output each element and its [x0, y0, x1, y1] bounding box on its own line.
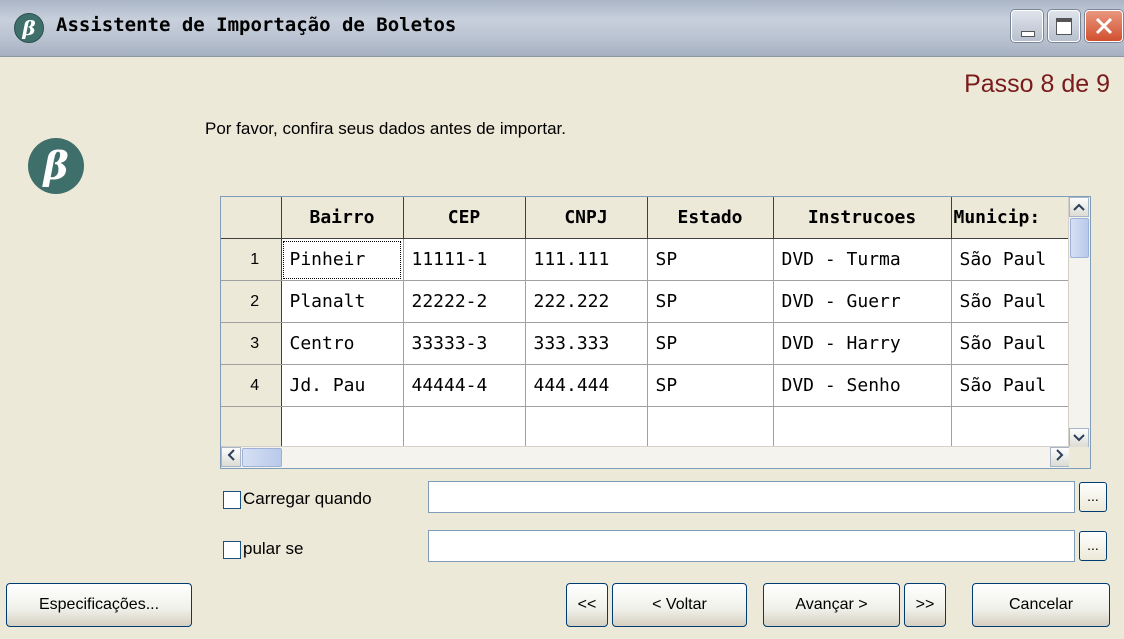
table-cell[interactable]: SP: [647, 322, 774, 365]
cancel-button[interactable]: Cancelar: [972, 583, 1110, 627]
row-header[interactable]: 3: [221, 322, 282, 365]
data-grid[interactable]: Bairro CEP CNPJ Estado Instrucoes Munici…: [220, 196, 1091, 469]
brand-logo: β: [28, 138, 84, 194]
app-logo-icon: β: [14, 13, 44, 43]
row-header[interactable]: 4: [221, 364, 282, 407]
table-cell[interactable]: SP: [647, 238, 774, 281]
title-bar: β Assistente de Importação de Boletos: [0, 0, 1124, 57]
table-cell[interactable]: 44444-4: [403, 364, 526, 407]
table-row[interactable]: 4 Jd. Pau 44444-4 444.444 SP DVD - Senho…: [221, 364, 1078, 407]
table-cell[interactable]: [525, 406, 648, 449]
table-cell[interactable]: São Paul: [951, 322, 1078, 365]
table-cell[interactable]: 111.111: [525, 238, 648, 281]
header-row: Bairro CEP CNPJ Estado Instrucoes Munici…: [221, 197, 1078, 239]
table-cell[interactable]: Planalt: [281, 280, 404, 323]
table-cell[interactable]: 11111-1: [403, 238, 526, 281]
table-cell[interactable]: SP: [647, 364, 774, 407]
column-header-municipio[interactable]: Municip:: [951, 197, 1078, 239]
table-cell[interactable]: DVD - Guerr: [773, 280, 952, 323]
load-when-field[interactable]: [428, 481, 1075, 513]
specifications-button[interactable]: Especificações...: [6, 583, 192, 627]
table-cell[interactable]: [281, 406, 404, 449]
row-header[interactable]: [221, 406, 282, 449]
close-icon: [1095, 17, 1113, 35]
vertical-scroll-thumb[interactable]: [1070, 218, 1089, 258]
table-cell[interactable]: 333.333: [525, 322, 648, 365]
table-row[interactable]: 1 Pinheir 11111-1 111.111 SP DVD - Turma…: [221, 238, 1078, 281]
table-cell[interactable]: 33333-3: [403, 322, 526, 365]
table-cell[interactable]: 444.444: [525, 364, 648, 407]
chevron-down-icon: [1073, 434, 1085, 442]
scroll-right-button[interactable]: [1050, 447, 1070, 467]
table-cell[interactable]: 22222-2: [403, 280, 526, 323]
chevron-left-icon: [227, 449, 235, 461]
load-when-label[interactable]: Carregar quando: [243, 489, 372, 509]
table-cell[interactable]: [773, 406, 952, 449]
table-cell[interactable]: [403, 406, 526, 449]
horizontal-scroll-thumb[interactable]: [242, 448, 282, 467]
data-table: Bairro CEP CNPJ Estado Instrucoes Munici…: [221, 197, 1078, 449]
first-step-button[interactable]: <<: [566, 583, 608, 627]
load-when-browse-button[interactable]: ...: [1079, 482, 1107, 512]
table-cell[interactable]: Jd. Pau: [281, 364, 404, 407]
corner-header: [221, 197, 282, 239]
column-header-estado[interactable]: Estado: [647, 197, 774, 239]
table-row[interactable]: 3 Centro 33333-3 333.333 SP DVD - Harry …: [221, 322, 1078, 365]
scroll-left-button[interactable]: [221, 447, 241, 467]
instruction-text: Por favor, confira seus dados antes de i…: [205, 119, 566, 138]
maximize-button[interactable]: [1048, 10, 1080, 42]
column-header-bairro[interactable]: Bairro: [281, 197, 404, 239]
back-button[interactable]: < Voltar: [612, 583, 747, 627]
table-row-new[interactable]: [221, 406, 1078, 449]
table-cell[interactable]: [951, 406, 1078, 449]
row-header[interactable]: 1: [221, 238, 282, 281]
table-cell[interactable]: São Paul: [951, 238, 1078, 281]
table-cell[interactable]: DVD - Turma: [773, 238, 952, 281]
scroll-up-button[interactable]: [1069, 197, 1089, 217]
skip-if-browse-button[interactable]: ...: [1079, 531, 1107, 561]
minimize-button[interactable]: [1011, 10, 1043, 42]
horizontal-scrollbar[interactable]: [221, 446, 1070, 468]
vertical-scrollbar[interactable]: [1068, 197, 1090, 448]
row-header[interactable]: 2: [221, 280, 282, 323]
table-cell[interactable]: DVD - Harry: [773, 322, 952, 365]
last-step-button[interactable]: >>: [904, 583, 946, 627]
chevron-up-icon: [1073, 203, 1085, 211]
table-cell[interactable]: Pinheir: [281, 238, 404, 281]
window-title: Assistente de Importação de Boletos: [56, 14, 457, 36]
table-cell[interactable]: Centro: [281, 322, 404, 365]
close-button[interactable]: [1085, 10, 1123, 42]
table-row[interactable]: 2 Planalt 22222-2 222.222 SP DVD - Guerr…: [221, 280, 1078, 323]
skip-if-checkbox[interactable]: [223, 541, 241, 559]
scroll-down-button[interactable]: [1069, 428, 1089, 448]
skip-if-field[interactable]: [428, 530, 1075, 562]
column-header-cnpj[interactable]: CNPJ: [525, 197, 648, 239]
load-when-checkbox[interactable]: [223, 491, 241, 509]
table-cell[interactable]: São Paul: [951, 364, 1078, 407]
table-cell[interactable]: SP: [647, 280, 774, 323]
column-header-instrucoes[interactable]: Instrucoes: [773, 197, 952, 239]
table-cell[interactable]: [647, 406, 774, 449]
step-indicator: Passo 8 de 9: [964, 70, 1110, 98]
next-button[interactable]: Avançar >: [763, 583, 900, 627]
skip-if-label[interactable]: pular se: [243, 539, 303, 559]
table-cell[interactable]: São Paul: [951, 280, 1078, 323]
column-header-cep[interactable]: CEP: [403, 197, 526, 239]
chevron-right-icon: [1056, 449, 1064, 461]
table-cell[interactable]: DVD - Senho: [773, 364, 952, 407]
scrollbar-corner: [1069, 447, 1090, 468]
table-cell[interactable]: 222.222: [525, 280, 648, 323]
